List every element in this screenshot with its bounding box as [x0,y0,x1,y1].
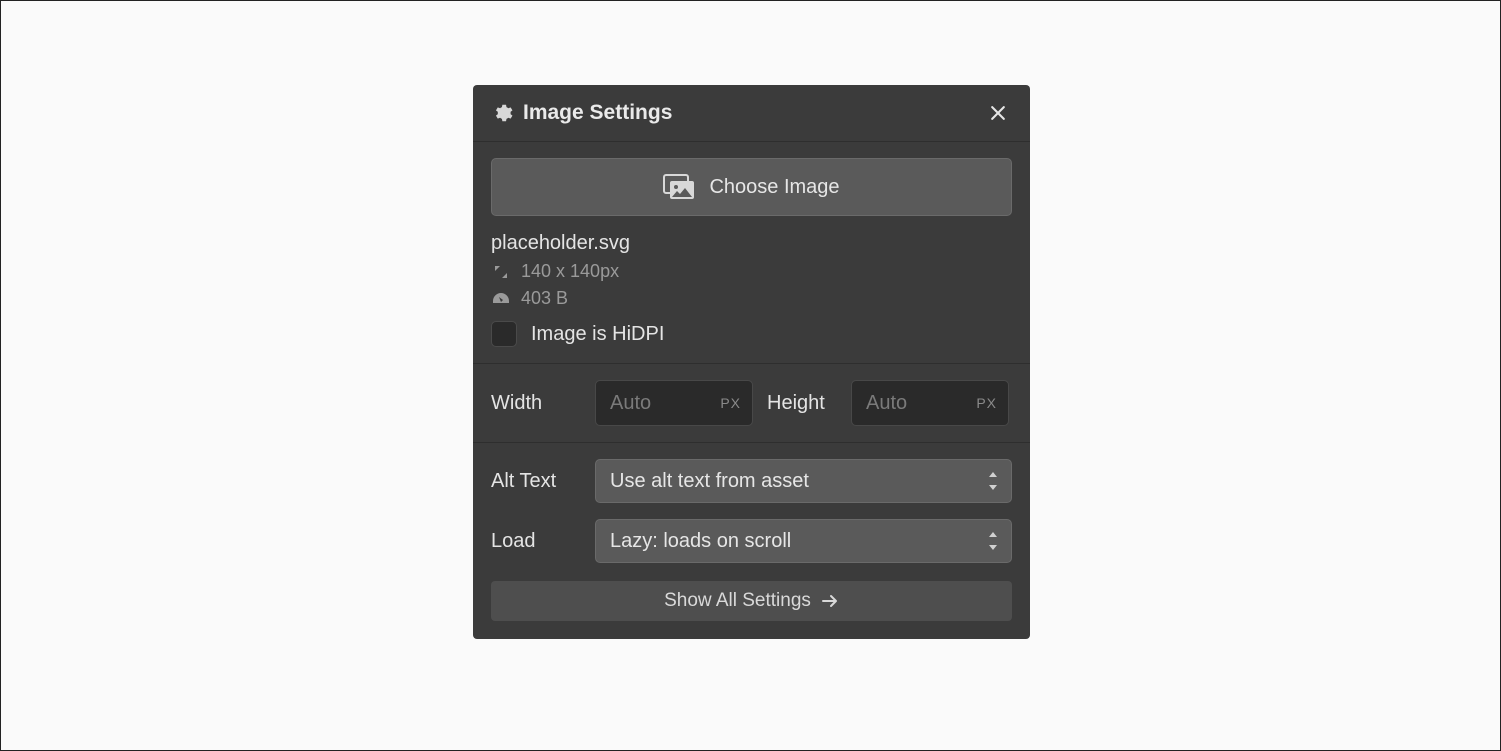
width-input-wrap: PX [595,380,753,426]
hidpi-label: Image is HiDPI [531,323,664,346]
dimensions-row: 140 x 140px [491,261,1012,282]
alt-text-row: Alt Text Use alt text from asset [491,459,1012,503]
height-unit: PX [976,395,997,411]
filesize-row: 403 B [491,288,1012,309]
load-value: Lazy: loads on scroll [610,530,791,553]
choose-image-button[interactable]: Choose Image [491,158,1012,216]
load-select[interactable]: Lazy: loads on scroll [595,519,1012,563]
hidpi-checkbox[interactable] [491,321,517,347]
image-settings-panel: Image Settings Choose Image placeholder.… [473,85,1030,639]
alt-text-label: Alt Text [491,470,581,493]
close-button[interactable] [984,99,1012,127]
show-all-label: Show All Settings [664,590,811,612]
gauge-icon [491,293,511,305]
filesize-value: 403 B [521,288,568,309]
height-input-wrap: PX [851,380,1009,426]
alt-text-select[interactable]: Use alt text from asset [595,459,1012,503]
load-row: Load Lazy: loads on scroll [491,519,1012,563]
updown-icon [987,472,999,490]
panel-header: Image Settings [473,85,1030,142]
close-icon [988,103,1008,123]
dimensions-icon [491,264,511,280]
gear-icon [491,102,513,124]
height-label: Height [767,392,837,415]
filename-text: placeholder.svg [491,232,1012,255]
dimensions-section: Width PX Height PX [473,364,1030,443]
arrow-right-icon [821,594,839,608]
width-label: Width [491,392,581,415]
image-icon [663,174,695,200]
alt-text-value: Use alt text from asset [610,470,809,493]
load-label: Load [491,530,581,553]
options-section: Alt Text Use alt text from asset Load La… [473,443,1030,639]
image-info-section: Choose Image placeholder.svg 140 x 140px… [473,142,1030,364]
hidpi-row: Image is HiDPI [491,321,1012,347]
dimensions-value: 140 x 140px [521,261,619,282]
choose-image-label: Choose Image [709,176,839,199]
panel-title: Image Settings [523,101,984,125]
width-unit: PX [720,395,741,411]
show-all-settings-button[interactable]: Show All Settings [491,581,1012,621]
updown-icon [987,532,999,550]
